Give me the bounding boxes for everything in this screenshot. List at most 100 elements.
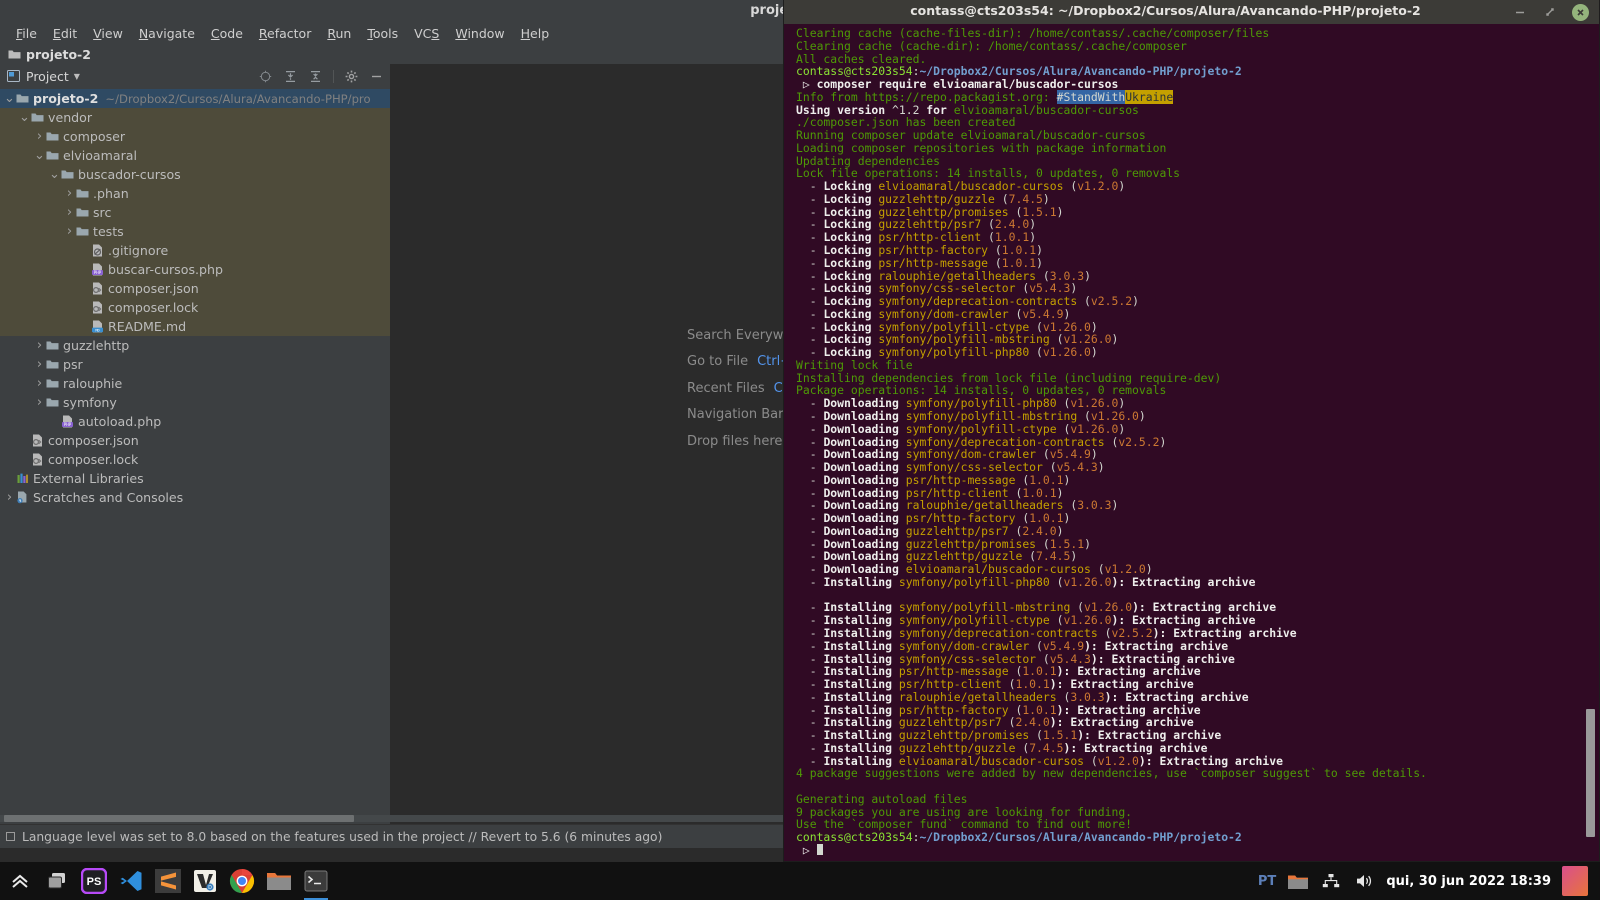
chevron-down-icon[interactable]: ⌄ bbox=[19, 111, 30, 124]
tree-node--gitignore[interactable]: .gitignore bbox=[0, 241, 390, 260]
menu-item-navigate[interactable]: Navigate bbox=[131, 24, 203, 43]
tree-node--phan[interactable]: › .phan bbox=[0, 184, 390, 203]
chevron-right-icon[interactable]: › bbox=[34, 129, 45, 144]
terminal-line: ▷ bbox=[796, 844, 1595, 857]
terminal-icon[interactable] bbox=[302, 867, 330, 900]
show-applications-icon[interactable] bbox=[6, 867, 34, 895]
user-avatar[interactable] bbox=[1562, 866, 1588, 896]
status-indicator-icon bbox=[6, 832, 15, 841]
minimize-icon[interactable] bbox=[1512, 4, 1528, 20]
tree-node-readme-md[interactable]: MD README.md bbox=[0, 317, 390, 336]
file-json-icon bbox=[90, 281, 105, 296]
phpstorm-icon[interactable]: PS bbox=[80, 867, 108, 895]
maximize-icon[interactable] bbox=[1542, 4, 1558, 20]
menu-item-vcs[interactable]: VCS bbox=[406, 24, 447, 43]
tree-node-buscador-cursos[interactable]: ⌄ buscador-cursos bbox=[0, 165, 390, 184]
chevron-down-icon[interactable]: ⌄ bbox=[34, 149, 45, 162]
vscode-icon[interactable] bbox=[117, 867, 145, 895]
menu-item-view[interactable]: View bbox=[85, 24, 131, 43]
terminal-text: v1.26.0 bbox=[1042, 345, 1091, 360]
window-switcher-icon[interactable] bbox=[43, 867, 71, 895]
chevron-right-icon[interactable]: › bbox=[34, 357, 45, 372]
tree-node-src[interactable]: › src bbox=[0, 203, 390, 222]
horizontal-scrollbar-thumb[interactable] bbox=[4, 815, 354, 822]
keyboard-layout-indicator[interactable]: PT bbox=[1258, 874, 1276, 889]
tree-node-psr[interactable]: › psr bbox=[0, 355, 390, 374]
chevron-down-icon[interactable]: ⌄ bbox=[49, 168, 60, 181]
folder-icon bbox=[15, 91, 30, 106]
menu-item-edit[interactable]: Edit bbox=[45, 24, 85, 43]
tree-node-autoload-php[interactable]: PHP autoload.php bbox=[0, 412, 390, 431]
chevron-right-icon[interactable]: › bbox=[64, 205, 75, 220]
tree-node-label: composer bbox=[63, 129, 126, 144]
menu-item-code[interactable]: Code bbox=[203, 24, 251, 43]
chevron-right-icon[interactable]: › bbox=[64, 186, 75, 201]
close-icon[interactable] bbox=[1572, 3, 1589, 21]
menu-item-run[interactable]: Run bbox=[319, 24, 359, 43]
file-git-icon bbox=[90, 243, 105, 258]
folder-icon bbox=[8, 49, 21, 60]
chevron-right-icon[interactable]: › bbox=[4, 490, 15, 505]
svg-text:PS: PS bbox=[87, 876, 102, 888]
file-json-icon bbox=[90, 300, 105, 315]
locate-file-icon[interactable] bbox=[258, 69, 273, 84]
tree-node-buscar-cursos-php[interactable]: PHP buscar-cursos.php bbox=[0, 260, 390, 279]
tree-node-elvioamaral[interactable]: ⌄ elvioamaral bbox=[0, 146, 390, 165]
folder-icon bbox=[75, 186, 90, 201]
gear-icon[interactable] bbox=[344, 69, 359, 84]
menu-item-refactor[interactable]: Refactor bbox=[251, 24, 319, 43]
chrome-icon[interactable] bbox=[228, 867, 256, 895]
folder-icon bbox=[45, 148, 60, 163]
terminal-text: ( bbox=[1063, 179, 1078, 194]
collapse-all-icon[interactable] bbox=[308, 69, 323, 84]
terminal-text: ) bbox=[1056, 204, 1064, 219]
chevron-right-icon[interactable]: › bbox=[34, 395, 45, 410]
chevron-down-icon[interactable]: ⌄ bbox=[4, 92, 15, 105]
chevron-right-icon[interactable]: › bbox=[34, 338, 45, 353]
terminal-text: ) bbox=[1138, 408, 1146, 423]
tree-node-composer-json[interactable]: composer.json bbox=[0, 279, 390, 298]
tree-node-external-libraries[interactable]: External Libraries bbox=[0, 469, 390, 488]
chevron-right-icon[interactable]: › bbox=[64, 224, 75, 239]
network-icon[interactable] bbox=[1320, 870, 1342, 892]
tree-node-composer[interactable]: › composer bbox=[0, 127, 390, 146]
folder-icon bbox=[45, 395, 60, 410]
terminal-titlebar[interactable]: contass@cts203s54: ~/Dropbox2/Cursos/Alu… bbox=[784, 0, 1599, 24]
tree-node-label: .gitignore bbox=[108, 243, 169, 258]
expand-all-icon[interactable] bbox=[283, 69, 298, 84]
tree-node-composer-json[interactable]: composer.json bbox=[0, 431, 390, 450]
tree-node-scratches-and-consoles[interactable]: › Scratches and Consoles bbox=[0, 488, 390, 507]
tree-node-ralouphie[interactable]: › ralouphie bbox=[0, 374, 390, 393]
sublime-text-icon[interactable] bbox=[154, 867, 182, 895]
tree-node-vendor[interactable]: ⌄ vendor bbox=[0, 108, 390, 127]
tree-node-symfony[interactable]: › symfony bbox=[0, 393, 390, 412]
vim-icon[interactable]: D bbox=[191, 867, 219, 895]
tree-node-tests[interactable]: › tests bbox=[0, 222, 390, 241]
tree-node-composer-lock[interactable]: composer.lock bbox=[0, 450, 390, 469]
chevron-down-icon[interactable]: ▼ bbox=[74, 72, 80, 81]
chevron-right-icon[interactable]: › bbox=[34, 376, 45, 391]
terminal-text: 3.0.3 bbox=[1077, 498, 1112, 513]
tree-node-projeto-2[interactable]: ⌄ projeto-2 ~/Dropbox2/Cursos/Alura/Avanca… bbox=[0, 89, 390, 108]
volume-icon[interactable] bbox=[1353, 870, 1375, 892]
tree-node-label: Scratches and Consoles bbox=[33, 490, 184, 505]
tree-node-composer-lock[interactable]: composer.lock bbox=[0, 298, 390, 317]
terminal-text: ) bbox=[1111, 332, 1119, 347]
terminal-output[interactable]: Clearing cache (cache-files-dir): /home/… bbox=[784, 24, 1599, 861]
file-php-icon: PHP bbox=[90, 262, 105, 277]
editor-hint-label: Search Everywh bbox=[687, 327, 792, 343]
clock[interactable]: qui, 30 jun 2022 18:39 bbox=[1386, 874, 1551, 889]
terminal-window[interactable]: contass@cts203s54: ~/Dropbox2/Cursos/Alu… bbox=[783, 0, 1600, 862]
project-tree[interactable]: ⌄ projeto-2 ~/Dropbox2/Cursos/Alura/Avanca… bbox=[0, 88, 390, 824]
menu-item-tools[interactable]: Tools bbox=[359, 24, 406, 43]
menu-item-window[interactable]: Window bbox=[447, 24, 512, 43]
files-icon[interactable] bbox=[265, 867, 293, 895]
menu-item-help[interactable]: Help bbox=[513, 24, 558, 43]
hide-panel-icon[interactable] bbox=[369, 69, 384, 84]
files-tray-icon[interactable] bbox=[1287, 870, 1309, 892]
folder-icon bbox=[30, 110, 45, 125]
tree-node-guzzlehttp[interactable]: › guzzlehttp bbox=[0, 336, 390, 355]
menu-item-file[interactable]: File bbox=[8, 24, 45, 43]
terminal-scrollbar-thumb[interactable] bbox=[1586, 709, 1595, 837]
terminal-text: ( bbox=[1104, 434, 1119, 449]
